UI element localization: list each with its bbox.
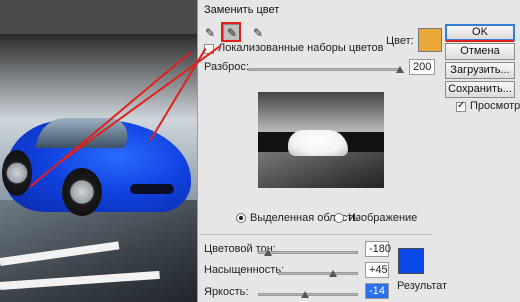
preview-background: [258, 92, 384, 132]
car-grille: [130, 184, 174, 194]
hue-slider[interactable]: [258, 251, 358, 254]
fuzziness-label: Разброс:: [204, 61, 249, 73]
selection-preview: [258, 92, 384, 188]
saturation-label: Насыщенность:: [204, 264, 285, 276]
hue-slider-thumb[interactable]: [264, 249, 272, 256]
annotation-highlight-box: [221, 22, 241, 42]
image-radio-label: Изображение: [348, 212, 418, 224]
eyedropper-minus-icon[interactable]: ✎: [249, 24, 267, 42]
dialog-title: Заменить цвет: [204, 4, 280, 16]
cancel-button[interactable]: Отмена: [445, 43, 515, 60]
checkmark-icon: ✓: [457, 100, 466, 111]
result-label: Результат: [397, 280, 448, 292]
preview-road: [258, 152, 384, 188]
fuzziness-input[interactable]: 200: [409, 59, 435, 75]
lightness-slider-thumb[interactable]: [301, 291, 309, 298]
document-canvas: [0, 0, 197, 302]
saturation-input[interactable]: +45: [365, 262, 389, 278]
ok-button[interactable]: OK: [445, 24, 515, 41]
result-swatch[interactable]: [398, 248, 424, 274]
annotation-underline: [446, 40, 514, 42]
preview-label: Просмотр: [470, 100, 520, 112]
eyedropper-icon[interactable]: ✎: [201, 24, 219, 42]
load-button[interactable]: Загрузить...: [445, 62, 515, 79]
dialog-titlebar: Заменить цвет: [198, 0, 520, 18]
divider: [200, 234, 432, 235]
fuzziness-slider-thumb[interactable]: [396, 66, 404, 73]
preview-checkbox[interactable]: ✓: [456, 100, 466, 112]
car-wheel: [2, 150, 32, 196]
saturation-slider-thumb[interactable]: [329, 270, 337, 277]
localized-clusters-label: Локализованные наборы цветов: [218, 42, 384, 54]
color-label: Цвет:: [386, 35, 414, 47]
selection-radio[interactable]: [236, 213, 246, 223]
lightness-label: Яркость:: [204, 286, 249, 298]
preview-selected-car: [288, 130, 348, 156]
color-swatch[interactable]: [418, 28, 442, 52]
save-button[interactable]: Сохранить...: [445, 81, 515, 98]
saturation-slider[interactable]: [278, 272, 358, 275]
fuzziness-slider[interactable]: [248, 68, 400, 71]
replace-color-dialog: Заменить цвет ✎ ✎ ✎ Локализованные набор…: [197, 0, 520, 302]
lightness-input[interactable]: -14: [365, 283, 389, 299]
car-wheel: [62, 168, 102, 216]
image-radio[interactable]: [334, 213, 344, 223]
hue-input[interactable]: -180: [365, 241, 391, 257]
